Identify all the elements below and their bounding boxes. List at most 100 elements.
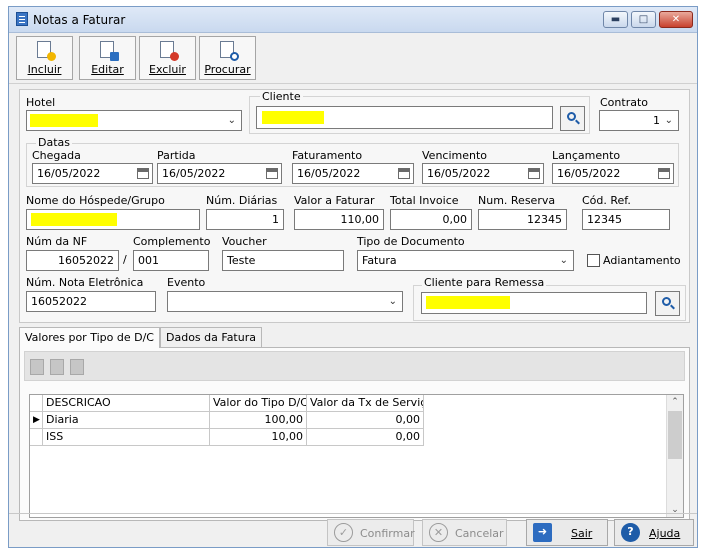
tipo-doc-select[interactable]: Fatura ⌄: [357, 250, 574, 271]
search-document-icon: [220, 41, 239, 61]
faturamento-value: 16/05/2022: [297, 167, 361, 180]
chegada-input[interactable]: 16/05/2022: [32, 163, 153, 184]
adiantamento-checkbox[interactable]: [587, 254, 600, 267]
tab-valores[interactable]: Valores por Tipo de D/C: [19, 327, 160, 348]
table-cell[interactable]: ISS: [43, 429, 210, 446]
faturamento-label: Faturamento: [292, 149, 363, 162]
voucher-input[interactable]: Teste: [222, 250, 344, 271]
grid-toolbar: [24, 351, 685, 381]
total-input[interactable]: 0,00: [390, 209, 472, 230]
incluir-button[interactable]: Incluir: [16, 36, 73, 80]
datas-label: Datas: [36, 136, 72, 149]
new-document-icon: [37, 41, 56, 61]
partida-value: 16/05/2022: [162, 167, 226, 180]
cancelar-label: Cancelar: [455, 527, 504, 540]
hotel-label: Hotel: [26, 96, 56, 109]
main-form: Hotel ⌄ Cliente Contrato 1 ⌄ Datas Chega…: [19, 89, 690, 323]
table-cell[interactable]: Diaria: [43, 412, 210, 429]
ajuda-label: Ajuda: [649, 527, 681, 540]
column-header[interactable]: DESCRICAO: [43, 395, 210, 412]
excluir-button[interactable]: Excluir: [139, 36, 196, 80]
add-row-icon[interactable]: [30, 359, 44, 375]
scroll-thumb[interactable]: [668, 411, 682, 459]
close-icon[interactable]: ✕: [659, 11, 693, 28]
partida-input[interactable]: 16/05/2022: [157, 163, 282, 184]
calendar-icon[interactable]: [398, 168, 410, 179]
check-icon: ✓: [334, 523, 353, 542]
search-icon: [567, 112, 576, 121]
cliente-input[interactable]: [256, 106, 553, 129]
confirmar-label: Confirmar: [360, 527, 415, 540]
current-row-arrow-icon: ▶: [30, 412, 43, 429]
complemento-label: Complemento: [133, 235, 211, 248]
contrato-select[interactable]: 1 ⌄: [599, 110, 679, 131]
row-indicator: [30, 429, 43, 446]
cliente-remessa-search-button[interactable]: [655, 291, 680, 316]
sair-label: Sair: [571, 527, 593, 540]
vencimento-input[interactable]: 16/05/2022: [422, 163, 544, 184]
hospede-label: Nome do Hóspede/Grupo: [26, 194, 165, 207]
evento-label: Evento: [167, 276, 206, 289]
procurar-button[interactable]: Procurar: [199, 36, 256, 80]
hospede-input[interactable]: [26, 209, 200, 230]
calendar-icon[interactable]: [266, 168, 278, 179]
chevron-down-icon: ⌄: [388, 296, 397, 307]
grid-scrollbar[interactable]: ⌃ ⌄: [666, 395, 683, 517]
hotel-select[interactable]: ⌄: [26, 110, 242, 131]
cancelar-button[interactable]: ✕ Cancelar: [422, 519, 507, 546]
total-label: Total Invoice: [390, 194, 459, 207]
faturamento-input[interactable]: 16/05/2022: [292, 163, 414, 184]
diarias-input[interactable]: 1: [206, 209, 284, 230]
contrato-value: 1: [653, 114, 660, 127]
tab-panel: DESCRICAO Valor do Tipo D/C Valor da Tx …: [19, 347, 690, 521]
maximize-icon[interactable]: □: [631, 11, 656, 28]
chegada-value: 16/05/2022: [37, 167, 101, 180]
calendar-icon[interactable]: [137, 168, 149, 179]
table-cell[interactable]: 100,00: [210, 412, 307, 429]
values-grid: DESCRICAO Valor do Tipo D/C Valor da Tx …: [29, 394, 684, 518]
voucher-label: Voucher: [222, 235, 267, 248]
vencimento-label: Vencimento: [422, 149, 488, 162]
sair-button[interactable]: ➜ Sair: [526, 519, 608, 546]
cliente-remessa-input[interactable]: [421, 292, 647, 314]
chevron-down-icon: ⌄: [559, 255, 568, 266]
table-cell[interactable]: 0,00: [307, 412, 424, 429]
cliente-search-button[interactable]: [560, 106, 585, 131]
reserva-label: Num. Reserva: [478, 194, 556, 207]
edit-row-icon[interactable]: [50, 359, 64, 375]
calendar-icon[interactable]: [658, 168, 670, 179]
window-title: Notas a Faturar: [33, 13, 126, 27]
column-header[interactable]: Valor da Tx de Serviço: [307, 395, 424, 412]
tab-dados-fatura[interactable]: Dados da Fatura: [160, 327, 262, 347]
column-header[interactable]: Valor do Tipo D/C: [210, 395, 307, 412]
table-cell[interactable]: 10,00: [210, 429, 307, 446]
chevron-down-icon: ⌄: [664, 115, 673, 126]
bottom-bar: ✓ Confirmar ✕ Cancelar ➜ Sair ? Ajuda: [9, 513, 697, 547]
partida-label: Partida: [157, 149, 196, 162]
vencimento-value: 16/05/2022: [427, 167, 491, 180]
lancamento-label: Lançamento: [552, 149, 621, 162]
delete-document-icon: [160, 41, 179, 61]
nota-eletronica-input[interactable]: 16052022: [26, 291, 156, 312]
chegada-label: Chegada: [32, 149, 81, 162]
codref-input[interactable]: 12345: [582, 209, 670, 230]
ajuda-button[interactable]: ? Ajuda: [614, 519, 694, 546]
valor-input[interactable]: 110,00: [294, 209, 384, 230]
calendar-icon[interactable]: [528, 168, 540, 179]
cliente-remessa-label: Cliente para Remessa: [422, 276, 547, 289]
complemento-input[interactable]: 001: [133, 250, 209, 271]
evento-select[interactable]: ⌄: [167, 291, 403, 312]
diarias-label: Núm. Diárias: [206, 194, 278, 207]
confirmar-button[interactable]: ✓ Confirmar: [327, 519, 415, 546]
minimize-icon[interactable]: ▬: [603, 11, 628, 28]
delete-row-icon[interactable]: [70, 359, 84, 375]
lancamento-input[interactable]: 16/05/2022: [552, 163, 674, 184]
nf-label: Núm da NF: [26, 235, 88, 248]
table-cell[interactable]: 0,00: [307, 429, 424, 446]
toolbar: Incluir Editar Excluir Procurar: [9, 34, 697, 84]
editar-button[interactable]: Editar: [79, 36, 136, 80]
title-bar: Notas a Faturar ▬ □ ✕: [9, 7, 697, 33]
nf-input[interactable]: 16052022: [26, 250, 119, 271]
scroll-up-icon[interactable]: ⌃: [667, 397, 683, 407]
reserva-input[interactable]: 12345: [478, 209, 567, 230]
